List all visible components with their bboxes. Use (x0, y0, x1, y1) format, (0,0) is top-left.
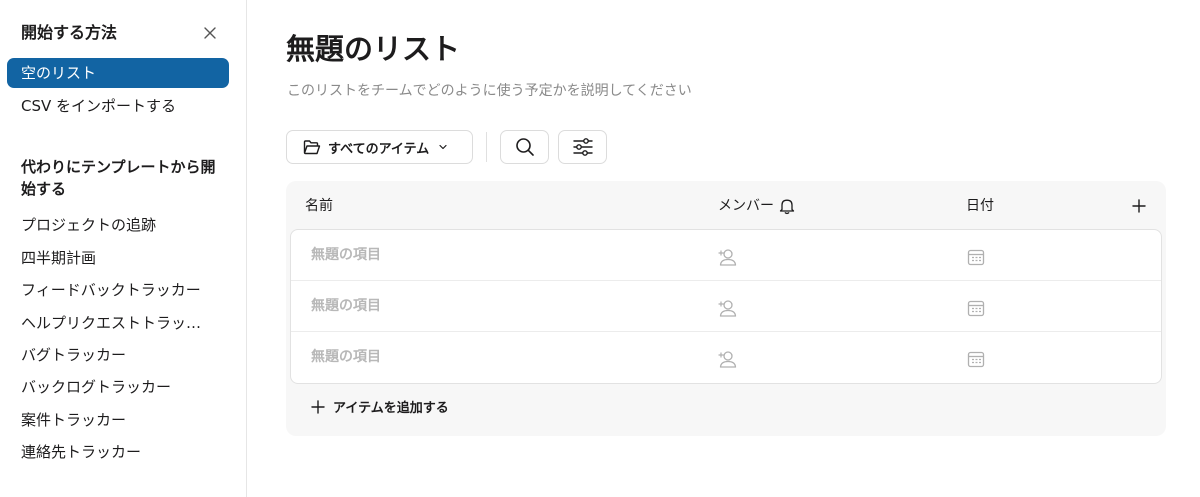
search-icon (515, 138, 534, 156)
row-name-cell[interactable]: 無題の項目 (311, 347, 381, 367)
plus-icon (311, 399, 325, 414)
calendar-icon[interactable] (966, 349, 986, 369)
add-column-button[interactable] (1128, 195, 1150, 217)
sidebar-title: 開始する方法 (21, 23, 118, 42)
sidebar-template-bug-tracker[interactable]: バグトラッカー (7, 340, 229, 370)
calendar-icon[interactable] (966, 298, 986, 318)
folder-icon (303, 140, 321, 155)
filter-button[interactable] (558, 130, 607, 164)
plus-icon (1132, 199, 1146, 213)
sidebar-template-backlog-tracker[interactable]: バックログトラッカー (7, 372, 229, 402)
column-header-name[interactable]: 名前 (305, 196, 333, 216)
bell-icon (779, 199, 795, 215)
toolbar-divider (486, 132, 487, 162)
view-selector-label: すべてのアイテム (328, 141, 430, 157)
column-header-members[interactable]: メンバー (718, 196, 796, 216)
add-member-icon[interactable] (717, 297, 739, 319)
sidebar-item-blank-list[interactable]: 空のリスト (7, 58, 229, 88)
calendar-icon[interactable] (966, 247, 986, 267)
page-description[interactable]: このリストをチームでどのように使う予定かを説明してください (287, 81, 692, 101)
row-name-cell[interactable]: 無題の項目 (311, 245, 381, 265)
sidebar-template-help-request-tracker[interactable]: ヘルプリクエストトラッカー (7, 308, 207, 338)
add-member-icon[interactable] (717, 348, 739, 370)
sidebar: 開始する方法 空のリスト CSV をインポートする 代わりにテンプレートから開始… (0, 0, 247, 497)
sidebar-template-quarterly-planning[interactable]: 四半期計画 (7, 243, 229, 273)
sidebar-template-contact-tracker[interactable]: 連絡先トラッカー (7, 437, 229, 467)
close-icon (204, 27, 216, 39)
table-row[interactable]: 無題の項目 (291, 281, 1161, 332)
sidebar-header: 開始する方法 (21, 22, 221, 44)
filter-sliders-icon (572, 138, 593, 156)
table-rows: 無題の項目 無題の項目 無題の項目 (290, 229, 1162, 384)
list-table: 名前 メンバー 日付 無題の項目 無題の項目 無題の項目 アイテムを追加する (286, 181, 1166, 436)
sidebar-section-heading: 代わりにテンプレートから開始する (21, 158, 216, 198)
add-item-button[interactable]: アイテムを追加する (311, 397, 449, 416)
search-button[interactable] (500, 130, 549, 164)
add-member-icon[interactable] (717, 246, 739, 268)
add-item-label: アイテムを追加する (333, 401, 449, 416)
sidebar-template-feedback-tracker[interactable]: フィードバックトラッカー (7, 275, 229, 305)
sidebar-item-import-csv[interactable]: CSV をインポートする (7, 91, 229, 121)
close-button[interactable] (199, 22, 221, 44)
sidebar-template-deal-tracker[interactable]: 案件トラッカー (7, 405, 229, 435)
column-header-date[interactable]: 日付 (966, 196, 994, 216)
row-name-cell[interactable]: 無題の項目 (311, 296, 381, 316)
sidebar-template-project-tracking[interactable]: プロジェクトの追跡 (7, 210, 229, 240)
page-title[interactable]: 無題のリスト (286, 29, 460, 69)
table-row[interactable]: 無題の項目 (291, 332, 1161, 383)
table-row[interactable]: 無題の項目 (291, 230, 1161, 281)
column-header-members-label: メンバー (718, 198, 774, 214)
view-selector-button[interactable]: すべてのアイテム (286, 130, 473, 164)
chevron-down-icon (439, 144, 447, 150)
